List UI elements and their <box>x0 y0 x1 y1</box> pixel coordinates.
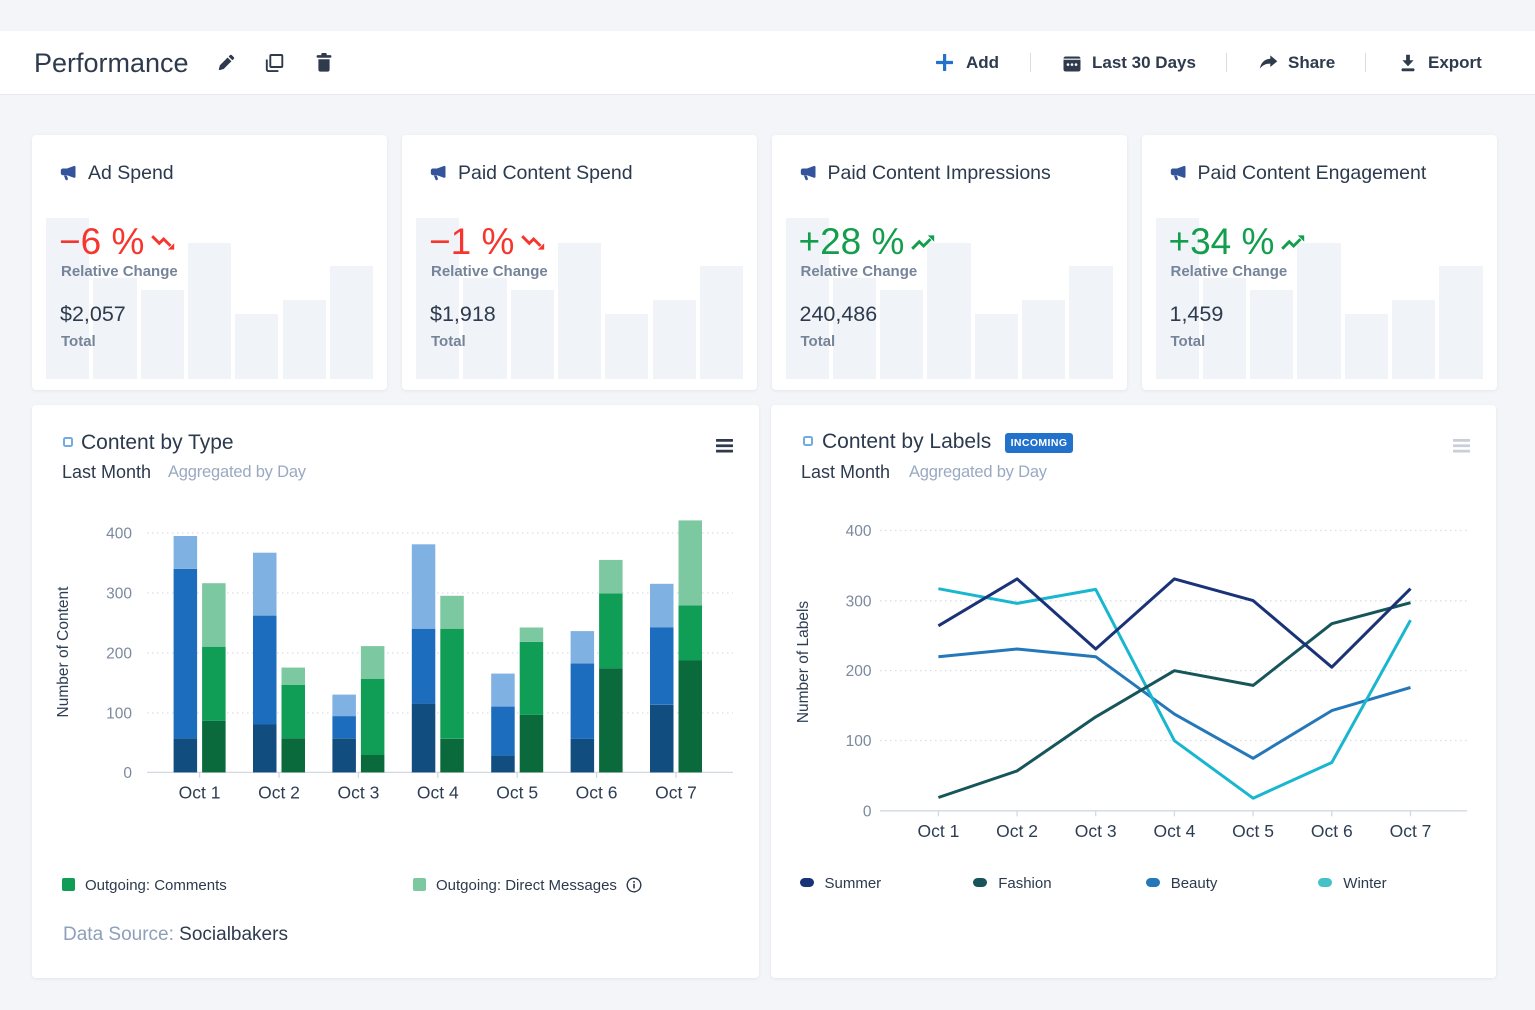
svg-text:100: 100 <box>106 706 132 723</box>
svg-text:400: 400 <box>846 523 872 540</box>
svg-text:Oct 4: Oct 4 <box>417 782 459 802</box>
svg-text:Oct 5: Oct 5 <box>1232 821 1274 841</box>
svg-text:Oct 2: Oct 2 <box>996 821 1038 841</box>
svg-text:0: 0 <box>863 803 872 820</box>
svg-text:Number of Content: Number of Content <box>55 586 72 718</box>
svg-text:Oct 1: Oct 1 <box>917 821 959 841</box>
svg-text:Oct 7: Oct 7 <box>1390 821 1432 841</box>
svg-text:Oct 6: Oct 6 <box>1311 821 1353 841</box>
svg-text:Oct 7: Oct 7 <box>655 782 697 802</box>
svg-text:300: 300 <box>846 593 872 610</box>
svg-text:0: 0 <box>123 765 132 782</box>
svg-text:Number of Labels: Number of Labels <box>795 601 812 724</box>
svg-text:100: 100 <box>846 733 872 750</box>
svg-text:Oct 4: Oct 4 <box>1153 821 1195 841</box>
svg-text:300: 300 <box>106 586 132 603</box>
svg-text:Oct 3: Oct 3 <box>1075 821 1117 841</box>
svg-text:Oct 1: Oct 1 <box>179 782 221 802</box>
svg-text:Oct 5: Oct 5 <box>496 782 538 802</box>
svg-text:Oct 3: Oct 3 <box>337 782 379 802</box>
svg-text:Oct 6: Oct 6 <box>576 782 618 802</box>
svg-text:200: 200 <box>846 663 872 680</box>
svg-text:400: 400 <box>106 526 132 543</box>
svg-text:Oct 2: Oct 2 <box>258 782 300 802</box>
svg-text:200: 200 <box>106 646 132 663</box>
